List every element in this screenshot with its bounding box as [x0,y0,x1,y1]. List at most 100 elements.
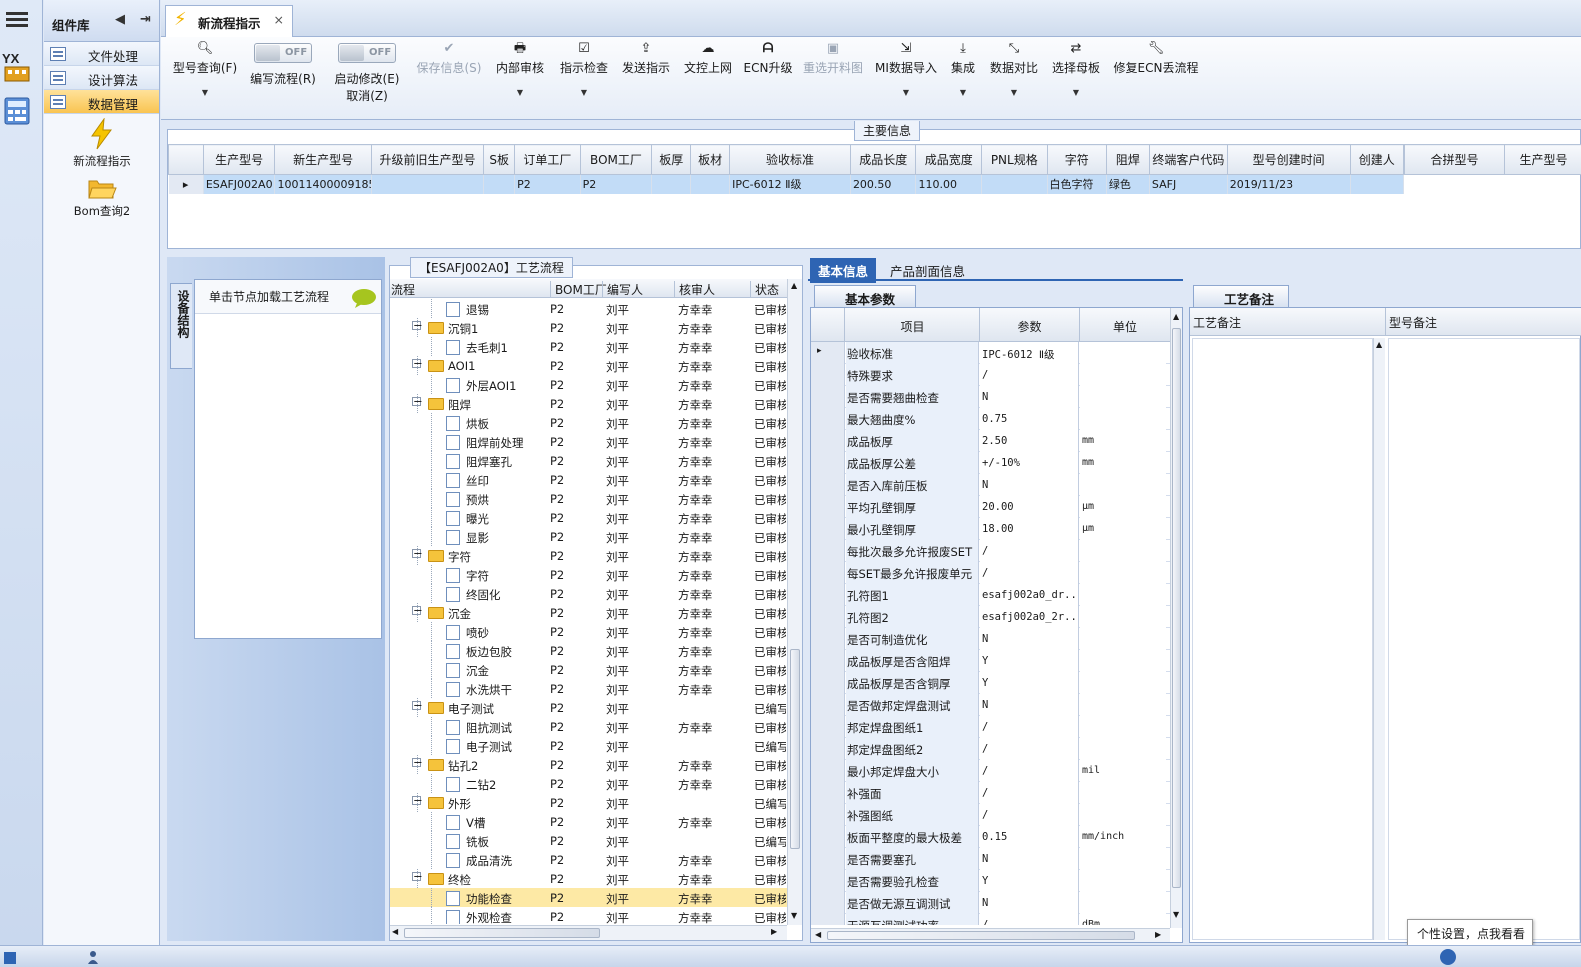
param-row[interactable]: 是否做邦定焊盘测试 N [811,694,1170,716]
param-row[interactable]: 邦定焊盘图纸1/ [811,716,1170,738]
settings-tooltip[interactable]: 个性设置，点我看看 [1407,919,1533,946]
flow-tree-node[interactable]: 显影 P2 刘平 方幸幸 已审核 [390,527,787,546]
param-value[interactable]: 0.75 [980,408,1079,430]
main-col-header[interactable]: 终端客户代码 [1148,144,1228,175]
main-col-header[interactable]: S板 [483,144,516,175]
toggle-switch[interactable]: OFF [254,43,312,63]
main-col-header[interactable]: 字符 [1046,144,1107,175]
params-col-item[interactable]: 项目 [846,308,980,342]
param-value[interactable]: Y [980,672,1079,694]
internal-review-button[interactable]: 🖶︎ 内部审核 ▼ [493,37,547,119]
scroll-up-icon[interactable]: ▲ [791,281,797,290]
tab-basic-params[interactable]: 基本参数 [814,285,916,307]
param-row[interactable]: 是否做无源互调测试 N [811,892,1170,914]
flow-tree-node[interactable]: 阻抗测试 P2 刘平 方幸幸 已审核 [390,717,787,736]
flow-tree-node[interactable]: − AOI1 P2 刘平 方幸幸 已审核 [390,356,787,375]
flow-col-writer[interactable]: 编写人 [602,281,643,298]
tab-process-remarks[interactable]: 工艺备注 [1193,285,1289,307]
flow-col-reviewer[interactable]: 核审人 [674,281,715,298]
param-row[interactable]: 邦定焊盘图纸2/ [811,738,1170,760]
param-row[interactable]: 最大翘曲度% 0.75 [811,408,1170,430]
flow-tree-node[interactable]: 阻焊前处理 P2 刘平 方幸幸 已审核 [390,432,787,451]
scroll-thumb[interactable] [790,649,800,849]
param-row[interactable]: 是否可制造优化 N [811,628,1170,650]
library-item-data-management[interactable]: 数据管理 [44,90,159,114]
flow-vertical-scrollbar[interactable]: ▲ ▼ [787,279,802,925]
flow-tree-node[interactable]: 终固化 P2 刘平 方幸幸 已审核 [390,584,787,603]
integrate-button[interactable]: ⤓ 集成 ▼ [945,37,981,119]
param-row[interactable]: ▸ 验收标准 IPC-6012 Ⅱ级 [811,342,1170,364]
param-value[interactable]: N [980,474,1079,496]
select-motherboard-button[interactable]: ⇄ 选择母板 ▼ [1049,37,1103,119]
main-cell[interactable] [483,174,516,194]
reselect-cutting-button[interactable]: ▣ 重选开料图 [801,37,865,119]
flow-tree-node[interactable]: 成品清洗 P2 刘平 方幸幸 已审核 [390,850,787,869]
help-icon[interactable] [1440,949,1456,965]
flow-horizontal-scrollbar[interactable]: ◀ ▶ [390,925,787,940]
param-value[interactable]: / [980,914,1079,925]
windows-icon[interactable] [4,952,16,964]
main-cell[interactable]: 2019/11/23 [1227,174,1351,194]
instruction-check-button[interactable]: ☑ 指示检查 ▼ [557,37,611,119]
main-cell[interactable] [651,174,692,194]
tab-device-structure[interactable]: 设备结构 [170,283,192,369]
flow-tree-node[interactable]: 字符 P2 刘平 方幸幸 已审核 [390,565,787,584]
main-col-header[interactable]: PNL规格 [981,144,1048,175]
scroll-right-icon[interactable]: ▶ [771,927,777,936]
param-row[interactable]: 特殊要求 / [811,364,1170,386]
param-row[interactable]: 无源互调测试功率/dBm [811,914,1170,925]
main-cell[interactable]: 10011400009185 [274,174,372,194]
params-col-unit[interactable]: 单位 [1080,308,1170,342]
param-row[interactable]: 每SET最多允许报废单元 / [811,562,1170,584]
flow-tree-node[interactable]: 水洗烘干 P2 刘平 方幸幸 已审核 [390,679,787,698]
launcher-new-process[interactable]: 新流程指示 [44,117,160,169]
process-remarks-textarea[interactable] [1192,338,1373,940]
main-col-header[interactable]: 创建人 [1349,144,1405,175]
param-row[interactable]: 最小邦定焊盘大小 / mil [811,760,1170,782]
write-process-toggle[interactable]: OFF 编写流程(R) [247,37,319,119]
library-item-design-algorithm[interactable]: 设计算法 [44,66,159,90]
param-row[interactable]: 每批次最多允许报废SET / [811,540,1170,562]
data-compare-button[interactable]: ⤡ 数据对比 ▼ [987,37,1041,119]
main-col-header[interactable]: 成品宽度 [915,144,982,175]
main-col-header[interactable]: 生产型号 [202,144,276,175]
main-col-header[interactable]: 升级前旧生产型号 [370,144,485,175]
main-col-header[interactable]: 板厚 [651,144,692,175]
menu-icon[interactable] [4,9,30,33]
doc-upload-button[interactable]: ☁ 文控上网 [681,37,735,119]
param-value[interactable]: / [980,738,1079,760]
app-logo-icon[interactable]: YX [2,50,32,82]
param-row[interactable]: 是否需要翘曲检查 N [811,386,1170,408]
flow-tree-node[interactable]: 板边包胶 P2 刘平 方幸幸 已审核 [390,641,787,660]
main-cell[interactable] [690,174,731,194]
param-value[interactable]: 18.00 [980,518,1079,540]
fix-ecn-button[interactable]: 🔧︎ 修复ECN丢流程 [1111,37,1201,119]
flow-col-status[interactable]: 状态 [750,281,779,298]
flow-tree-node[interactable]: − 沉金 P2 刘平 方幸幸 已审核 [390,603,787,622]
param-value[interactable]: esafj002a0_dr... [980,584,1079,606]
flow-col-process[interactable]: 流程 [391,281,415,298]
param-value[interactable]: / [980,804,1079,826]
main-col-header[interactable]: 订单工厂 [514,144,581,175]
scroll-down-icon[interactable]: ▼ [791,911,797,920]
main-cell[interactable]: ESAFJ002A0 [203,174,276,194]
scroll-left-icon[interactable]: ◀ [392,927,398,936]
flow-tree-node[interactable]: 退锡 P2 刘平 方幸幸 已审核 [390,299,787,318]
param-value[interactable]: 2.50 [980,430,1079,452]
flow-tree-node[interactable]: 二钻2 P2 刘平 方幸幸 已审核 [390,774,787,793]
main-cell[interactable] [1350,174,1405,194]
param-value[interactable]: / [980,562,1079,584]
param-value[interactable]: Y [980,870,1079,892]
main-cell[interactable]: 200.50 [850,174,917,194]
send-instruction-button[interactable]: ⇪ 发送指示 [619,37,673,119]
main-cell[interactable]: 110.00 [915,174,982,194]
main-col-header[interactable]: BOM工厂 [579,144,653,175]
mi-import-button[interactable]: ⇲ MI数据导入 ▼ [873,37,939,119]
main-col-header[interactable]: 成品长度 [849,144,917,175]
param-row[interactable]: 板面平整度的最大极差 0.15 mm/inch [811,826,1170,848]
param-value[interactable]: / [980,716,1079,738]
tab-product-section-info[interactable]: 产品剖面信息 [882,258,973,283]
main-col-header[interactable]: 验收标准 [729,144,851,175]
scroll-down-icon[interactable]: ▼ [1173,910,1179,919]
param-value[interactable]: esafj002a0_2r... [980,606,1079,628]
